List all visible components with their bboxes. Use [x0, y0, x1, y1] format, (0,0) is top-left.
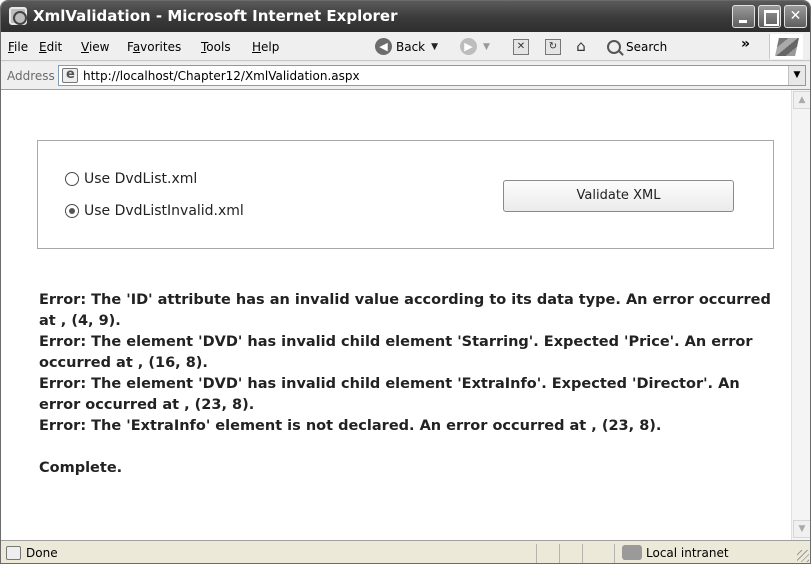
back-button[interactable]: ◀ Back ▼	[375, 35, 438, 58]
address-url[interactable]: http://localhost/Chapter12/XmlValidation…	[83, 69, 360, 83]
scroll-down-icon[interactable]: ▼	[793, 520, 810, 538]
chevron-down-icon[interactable]: ▼	[788, 66, 805, 85]
status-divider	[559, 544, 560, 563]
search-label: Search	[626, 39, 668, 54]
vertical-scrollbar[interactable]: ▲ ▼	[791, 90, 810, 540]
menu-favorites[interactable]: Favorites	[127, 40, 181, 54]
forward-arrow-icon: ▶	[460, 38, 477, 55]
radio-option-dvdlist[interactable]: Use DvdList.xml	[65, 171, 197, 187]
window-title: XmlValidation - Microsoft Internet Explo…	[33, 7, 398, 25]
complete-message: Complete.	[39, 460, 123, 476]
menu-help[interactable]: Help	[252, 40, 279, 54]
toolbar-overflow-button[interactable]: »	[741, 36, 750, 52]
radio-label: Use DvdListInvalid.xml	[84, 203, 244, 219]
status-bar: Done Local intranet	[1, 540, 810, 563]
windows-logo	[769, 34, 803, 59]
security-zone: Local intranet	[646, 546, 729, 560]
minimize-button[interactable]	[732, 5, 755, 28]
search-icon	[607, 39, 621, 54]
windows-flag-icon	[774, 37, 799, 56]
intranet-zone-icon	[622, 545, 642, 560]
radio-option-dvdlist-invalid[interactable]: Use DvdListInvalid.xml	[65, 203, 244, 219]
options-panel: Use DvdList.xml Use DvdListInvalid.xml V…	[37, 140, 774, 249]
page-done-icon	[6, 546, 21, 560]
ie-page-icon	[9, 7, 27, 25]
radio-button-unchecked[interactable]	[65, 172, 79, 186]
page-content: Use DvdList.xml Use DvdListInvalid.xml V…	[1, 90, 791, 540]
address-label: Address	[7, 69, 55, 83]
address-bar: Address http://localhost/Chapter12/XmlVa…	[1, 62, 810, 90]
error-message: Error: The 'ExtraInfo' element is not de…	[39, 418, 662, 434]
forward-button[interactable]: ▶ ▼	[460, 35, 490, 58]
menu-view[interactable]: View	[81, 40, 109, 54]
radio-label: Use DvdList.xml	[84, 171, 198, 187]
menu-edit[interactable]: Edit	[39, 40, 62, 54]
close-button[interactable]: ✕	[784, 5, 807, 28]
address-input[interactable]: http://localhost/Chapter12/XmlValidation…	[58, 65, 806, 86]
page-icon	[62, 67, 78, 83]
menu-file[interactable]: File	[8, 40, 28, 54]
maximize-button[interactable]	[758, 5, 781, 28]
status-divider	[536, 544, 537, 563]
stop-button[interactable]: ✕	[513, 35, 529, 58]
resize-grip-icon[interactable]	[797, 550, 809, 562]
error-message: Error: The element 'DVD' has invalid chi…	[39, 376, 745, 413]
home-icon: ⌂	[576, 36, 586, 55]
refresh-button[interactable]: ↻	[545, 35, 561, 58]
back-label: Back	[396, 39, 426, 54]
status-divider	[614, 544, 615, 563]
menu-tools[interactable]: Tools	[201, 40, 231, 54]
scroll-up-icon[interactable]: ▲	[793, 91, 810, 109]
error-message: Error: The 'ID' attribute has an invalid…	[39, 292, 776, 329]
stop-icon: ✕	[513, 38, 529, 55]
error-message: Error: The element 'DVD' has invalid chi…	[39, 334, 758, 371]
home-button[interactable]: ⌂	[573, 35, 589, 58]
status-divider	[582, 544, 583, 563]
chevron-down-icon[interactable]: ▼	[431, 42, 438, 52]
refresh-icon: ↻	[545, 38, 561, 55]
menu-bar: File Edit View Favorites Tools Help ◀ Ba…	[1, 32, 810, 61]
radio-button-checked[interactable]	[65, 204, 79, 218]
validate-xml-button[interactable]: Validate XML	[503, 180, 734, 212]
status-text: Done	[26, 546, 58, 560]
chevron-down-icon[interactable]: ▼	[483, 42, 490, 52]
browser-window: XmlValidation - Microsoft Internet Explo…	[0, 0, 811, 564]
validation-results: Error: The 'ID' attribute has an invalid…	[39, 290, 779, 479]
back-arrow-icon: ◀	[375, 38, 392, 55]
search-button[interactable]: Search	[607, 35, 667, 58]
title-bar[interactable]: XmlValidation - Microsoft Internet Explo…	[1, 1, 810, 32]
